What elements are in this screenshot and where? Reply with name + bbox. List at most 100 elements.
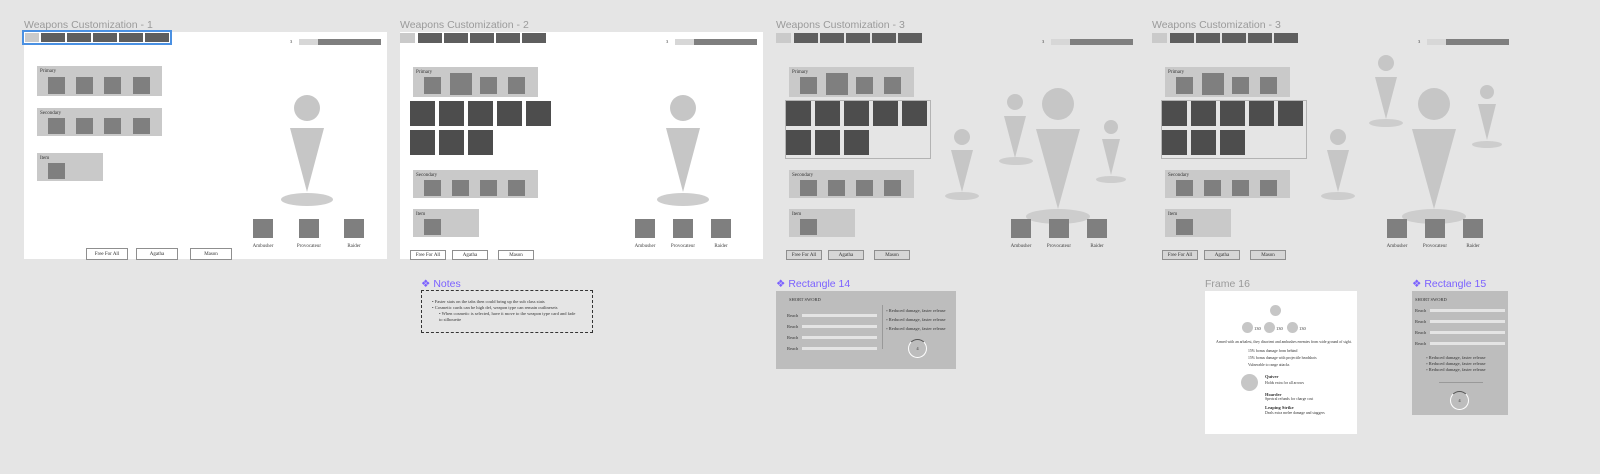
tab-4[interactable] <box>119 33 143 42</box>
rectangle-15-title[interactable]: ❖ Rectangle 15 <box>1412 278 1486 290</box>
class-slot-raider[interactable] <box>1087 219 1107 238</box>
class-slot-raider[interactable] <box>1463 219 1483 238</box>
weapons-frame-4[interactable]: 3 Primary Secondary Item Ambusher Provoc… <box>1152 32 1515 260</box>
secondary-slot-4[interactable] <box>884 180 901 196</box>
frame-title-2[interactable]: Weapons Customization - 2 <box>400 19 529 31</box>
weapons-frame-2[interactable]: 3 Primary Secondary Item Ambusher Provoc… <box>400 32 763 260</box>
stat-bar-3[interactable] <box>802 336 877 339</box>
tab-5[interactable] <box>898 33 922 43</box>
weapon-option-6[interactable] <box>786 130 811 155</box>
frame-title-1[interactable]: Weapons Customization - 1 <box>24 19 153 31</box>
weapon-option-4[interactable] <box>497 101 522 126</box>
weapon-option-1[interactable] <box>410 101 435 126</box>
item-slot-1[interactable] <box>424 219 441 235</box>
mode-mason-button[interactable]: Mason <box>498 250 534 260</box>
notes-box[interactable]: • Faster stats on the tabs then could br… <box>421 290 593 333</box>
rectangle-14-title[interactable]: ❖ Rectangle 14 <box>776 278 850 290</box>
class-slot-raider[interactable] <box>711 219 731 238</box>
secondary-slot-1[interactable] <box>48 118 65 134</box>
tab-5[interactable] <box>145 33 169 42</box>
primary-slot-2-selected[interactable] <box>450 73 472 95</box>
tweak-option-3[interactable]: ▫ Reduced damage, faster release <box>886 326 945 331</box>
primary-slot-1[interactable] <box>424 77 441 94</box>
weapon-option-4[interactable] <box>1249 101 1274 126</box>
tab-4[interactable] <box>872 33 896 43</box>
stat-bar-1[interactable] <box>1430 309 1505 312</box>
weapon-option-5[interactable] <box>526 101 551 126</box>
stat-bar-2[interactable] <box>1430 320 1505 323</box>
tab-0[interactable] <box>400 33 415 43</box>
weapon-option-6[interactable] <box>1162 130 1187 155</box>
tab-1[interactable] <box>1170 33 1194 43</box>
tab-5[interactable] <box>1274 33 1298 43</box>
weapon-option-1[interactable] <box>786 101 811 126</box>
class-info-frame[interactable]: 130 130 130 Armed with an arbalest, they… <box>1205 291 1357 434</box>
weapon-option-2[interactable] <box>815 101 840 126</box>
secondary-slot-3[interactable] <box>856 180 873 196</box>
class-slot-ambusher[interactable] <box>253 219 273 238</box>
stat-tweaks-panel[interactable]: SHORT SWORD Reach Reach Reach Reach ▫ Re… <box>776 291 956 369</box>
item-slot-1[interactable] <box>800 219 817 235</box>
primary-slot-2[interactable] <box>76 77 93 94</box>
weapon-option-3[interactable] <box>1220 101 1245 126</box>
tweak-option-3[interactable]: ▫ Reduced damage, faster release <box>1426 367 1485 372</box>
secondary-slot-3[interactable] <box>1232 180 1249 196</box>
primary-slot-4[interactable] <box>508 77 525 94</box>
tab-3[interactable] <box>846 33 870 43</box>
class-slot-ambusher[interactable] <box>1387 219 1407 238</box>
secondary-slot-2[interactable] <box>452 180 469 196</box>
weapon-option-5[interactable] <box>1278 101 1303 126</box>
weapon-option-7[interactable] <box>1191 130 1216 155</box>
tab-2[interactable] <box>444 33 468 43</box>
class-slot-raider[interactable] <box>344 219 364 238</box>
primary-slot-4[interactable] <box>884 77 901 94</box>
secondary-slot-2[interactable] <box>76 118 93 134</box>
tab-2[interactable] <box>820 33 844 43</box>
frame-title-4[interactable]: Weapons Customization - 3 <box>1152 19 1281 31</box>
secondary-slot-4[interactable] <box>133 118 150 134</box>
class-slot-provocateur[interactable] <box>673 219 693 238</box>
tweak-option-1[interactable]: ▫ Reduced damage, faster release <box>1426 355 1485 360</box>
weapon-option-8[interactable] <box>1220 130 1245 155</box>
secondary-slot-4[interactable] <box>508 180 525 196</box>
secondary-slot-2[interactable] <box>828 180 845 196</box>
tab-2[interactable] <box>1196 33 1220 43</box>
primary-slot-3[interactable] <box>480 77 497 94</box>
mode-free-for-all-button[interactable]: Free For All <box>86 248 128 260</box>
stat-bar-4[interactable] <box>802 347 877 350</box>
mode-agatha-button[interactable]: Agatha <box>452 250 488 260</box>
mode-agatha-button[interactable]: Agatha <box>1204 250 1240 260</box>
mode-free-for-all-button[interactable]: Free For All <box>410 250 446 260</box>
class-slot-provocateur[interactable] <box>299 219 319 238</box>
secondary-slot-3[interactable] <box>480 180 497 196</box>
weapon-option-2[interactable] <box>439 101 464 126</box>
mode-agatha-button[interactable]: Agatha <box>136 248 178 260</box>
primary-slot-1[interactable] <box>48 77 65 94</box>
weapon-option-7[interactable] <box>439 130 464 155</box>
stat-bar-3[interactable] <box>1430 331 1505 334</box>
primary-slot-4[interactable] <box>133 77 150 94</box>
tab-4[interactable] <box>1248 33 1272 43</box>
item-slot-1[interactable] <box>48 163 65 179</box>
weapon-option-4[interactable] <box>873 101 898 126</box>
primary-slot-3[interactable] <box>104 77 121 94</box>
mode-mason-button[interactable]: Mason <box>874 250 910 260</box>
tab-3[interactable] <box>1222 33 1246 43</box>
secondary-slot-1[interactable] <box>800 180 817 196</box>
weapon-option-7[interactable] <box>815 130 840 155</box>
weapon-option-5[interactable] <box>902 101 927 126</box>
primary-slot-2-selected[interactable] <box>1202 73 1224 95</box>
mode-mason-button[interactable]: Mason <box>190 248 232 260</box>
primary-slot-4[interactable] <box>1260 77 1277 94</box>
weapon-option-8[interactable] <box>468 130 493 155</box>
frame-16-title[interactable]: Frame 16 <box>1205 278 1250 290</box>
tab-4[interactable] <box>496 33 520 43</box>
primary-slot-1[interactable] <box>800 77 817 94</box>
item-slot-1[interactable] <box>1176 219 1193 235</box>
secondary-slot-3[interactable] <box>104 118 121 134</box>
class-slot-provocateur[interactable] <box>1049 219 1069 238</box>
secondary-slot-4[interactable] <box>1260 180 1277 196</box>
dial-gauge[interactable]: 4 <box>1450 391 1469 410</box>
stat-tweaks-panel-2[interactable]: SHORT SWORD Reach Reach Reach Reach ▫ Re… <box>1412 291 1508 415</box>
stat-bar-4[interactable] <box>1430 342 1505 345</box>
